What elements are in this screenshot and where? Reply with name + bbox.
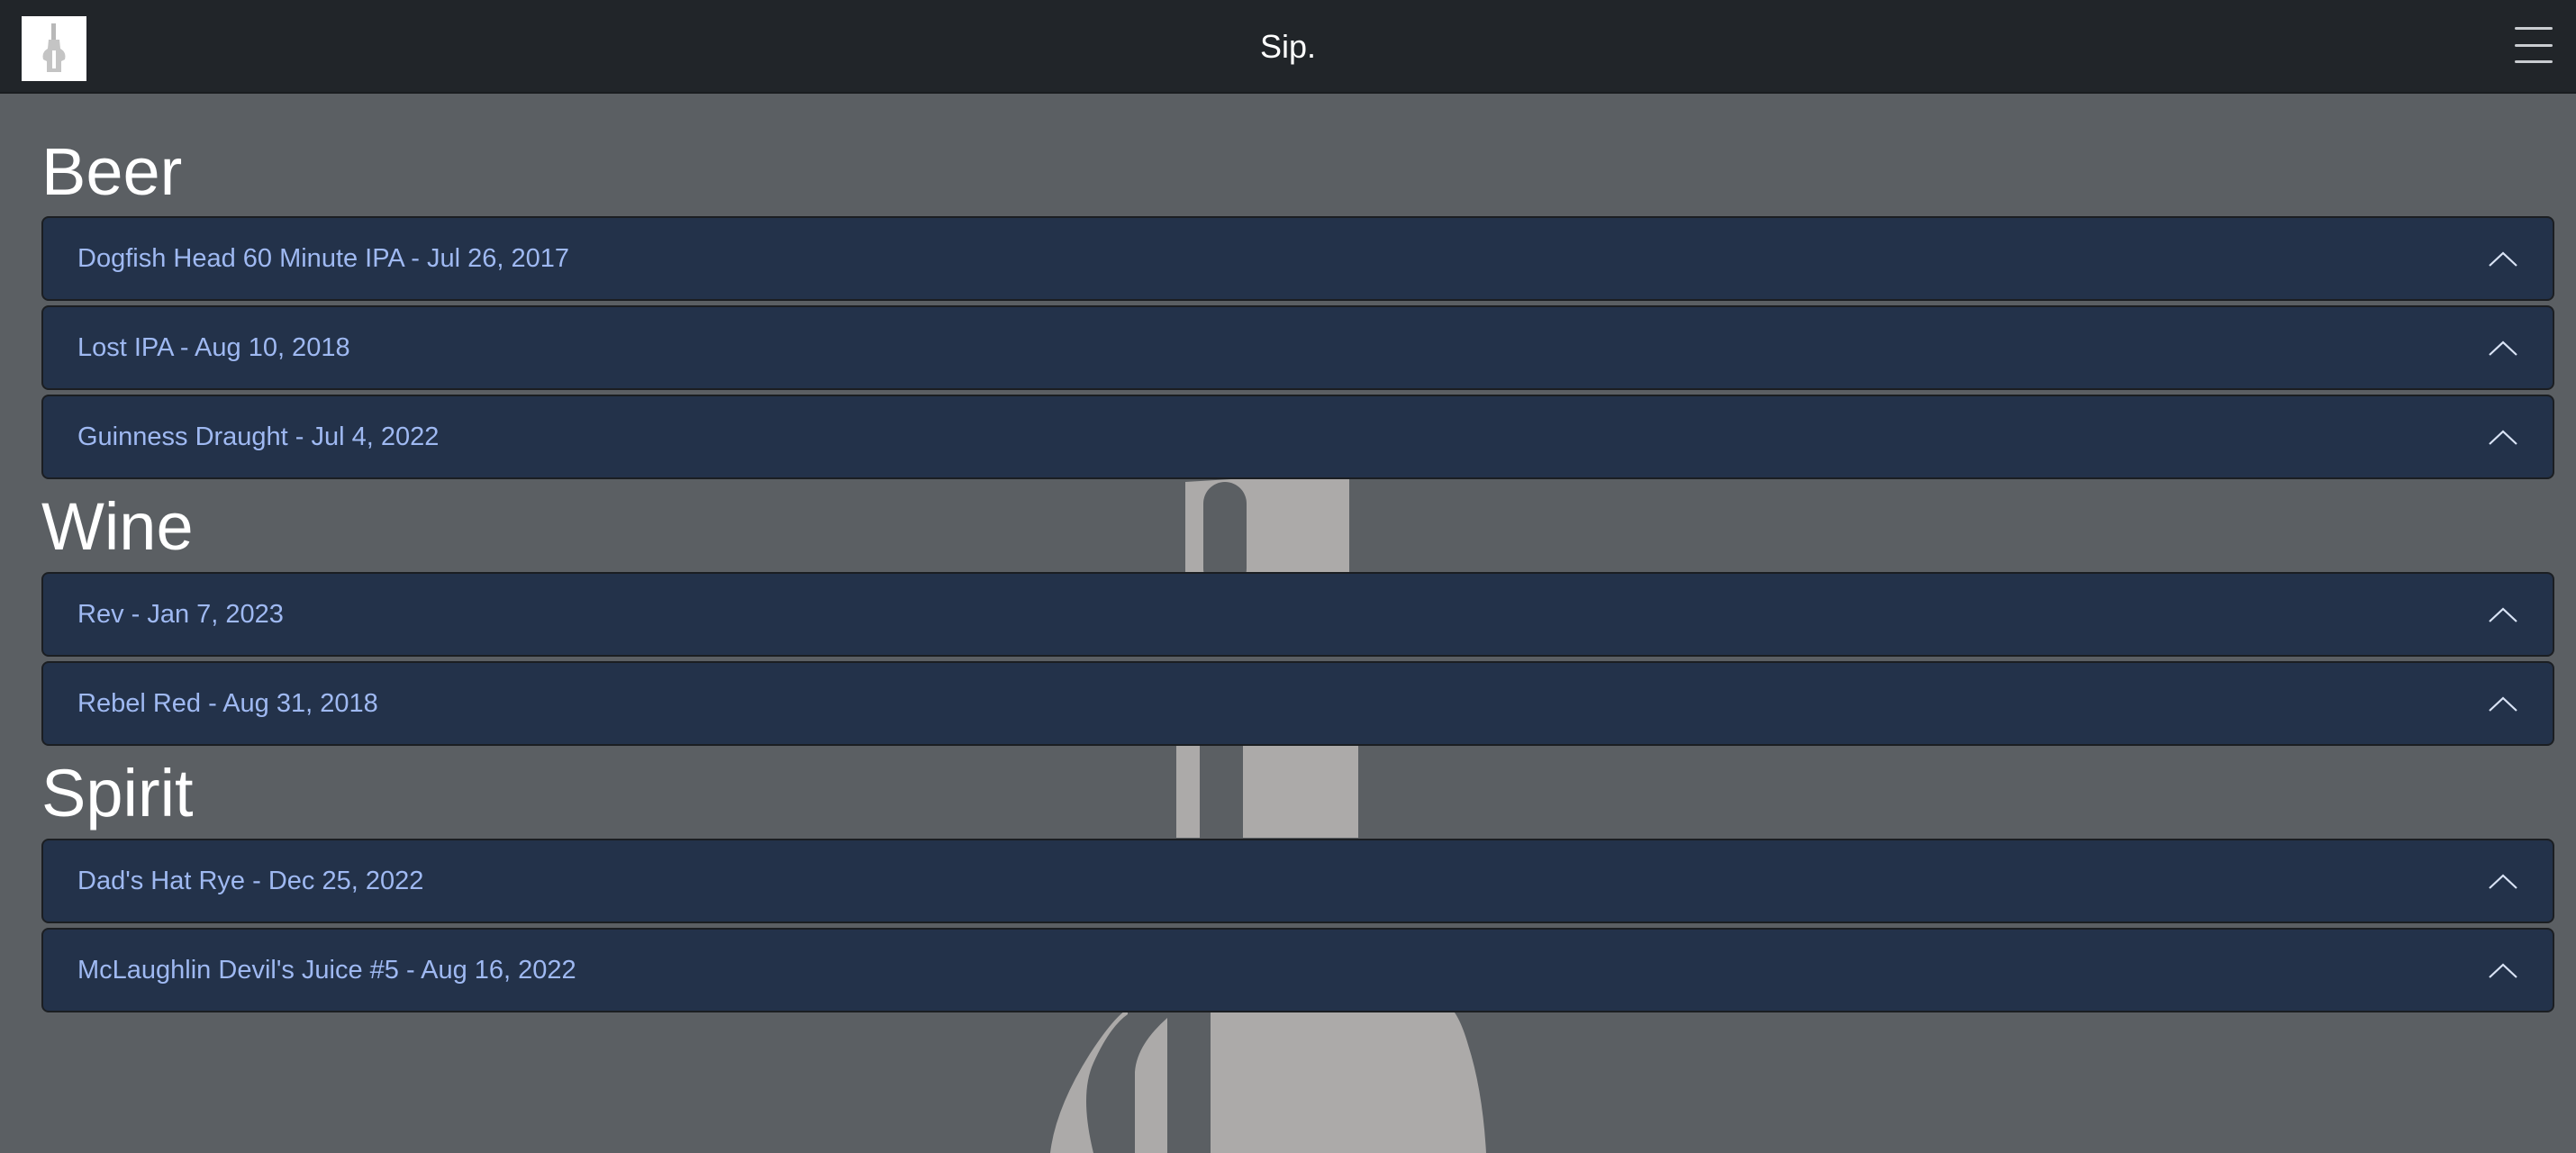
app-title: Sip.: [1259, 28, 1317, 65]
section-title-beer: Beer: [41, 134, 183, 209]
hamburger-menu-icon: [2515, 27, 2553, 30]
accordion-item-label: Dogfish Head 60 Minute IPA - Jul 26, 201…: [77, 244, 569, 273]
chevron-up-icon: [2489, 696, 2517, 712]
drinks-list: Beer Dogfish Head 60 Minute IPA - Jul 26…: [41, 94, 2554, 1015]
section-title-wine: Wine: [41, 489, 194, 564]
accordion-item[interactable]: Guinness Draught - Jul 4, 2022: [41, 395, 2554, 479]
section-title-spirit: Spirit: [41, 756, 194, 831]
beer-accordion: Dogfish Head 60 Minute IPA - Jul 26, 201…: [41, 216, 2554, 482]
accordion-item[interactable]: McLaughlin Devil's Juice #5 - Aug 16, 20…: [41, 928, 2554, 1012]
accordion-item-label: Lost IPA - Aug 10, 2018: [77, 333, 350, 362]
wine-accordion: Rev - Jan 7, 2023 Rebel Red - Aug 31, 20…: [41, 572, 2554, 749]
accordion-item[interactable]: Rebel Red - Aug 31, 2018: [41, 661, 2554, 746]
accordion-item[interactable]: Lost IPA - Aug 10, 2018: [41, 305, 2554, 390]
chevron-up-icon: [2489, 340, 2517, 356]
chevron-up-icon: [2489, 874, 2517, 889]
accordion-item-label: McLaughlin Devil's Juice #5 - Aug 16, 20…: [77, 956, 576, 985]
app-page: Sip. Beer Dogfish Head 60 Minute IPA - J…: [0, 0, 2576, 1153]
chevron-up-icon: [2489, 963, 2517, 978]
accordion-item[interactable]: Dad's Hat Rye - Dec 25, 2022: [41, 839, 2554, 923]
chevron-up-icon: [2489, 251, 2517, 267]
accordion-item-label: Rebel Red - Aug 31, 2018: [77, 689, 378, 718]
hamburger-menu-button[interactable]: [2511, 23, 2556, 67]
accordion-item[interactable]: Rev - Jan 7, 2023: [41, 572, 2554, 657]
accordion-item-label: Rev - Jan 7, 2023: [77, 600, 284, 629]
accordion-item-label: Dad's Hat Rye - Dec 25, 2022: [77, 867, 424, 895]
accordion-item-label: Guinness Draught - Jul 4, 2022: [77, 422, 440, 451]
top-navbar: Sip.: [0, 0, 2576, 94]
chevron-up-icon: [2489, 430, 2517, 445]
spirit-accordion: Dad's Hat Rye - Dec 25, 2022 McLaughlin …: [41, 839, 2554, 1015]
chevron-up-icon: [2489, 607, 2517, 622]
accordion-item[interactable]: Dogfish Head 60 Minute IPA - Jul 26, 201…: [41, 216, 2554, 301]
